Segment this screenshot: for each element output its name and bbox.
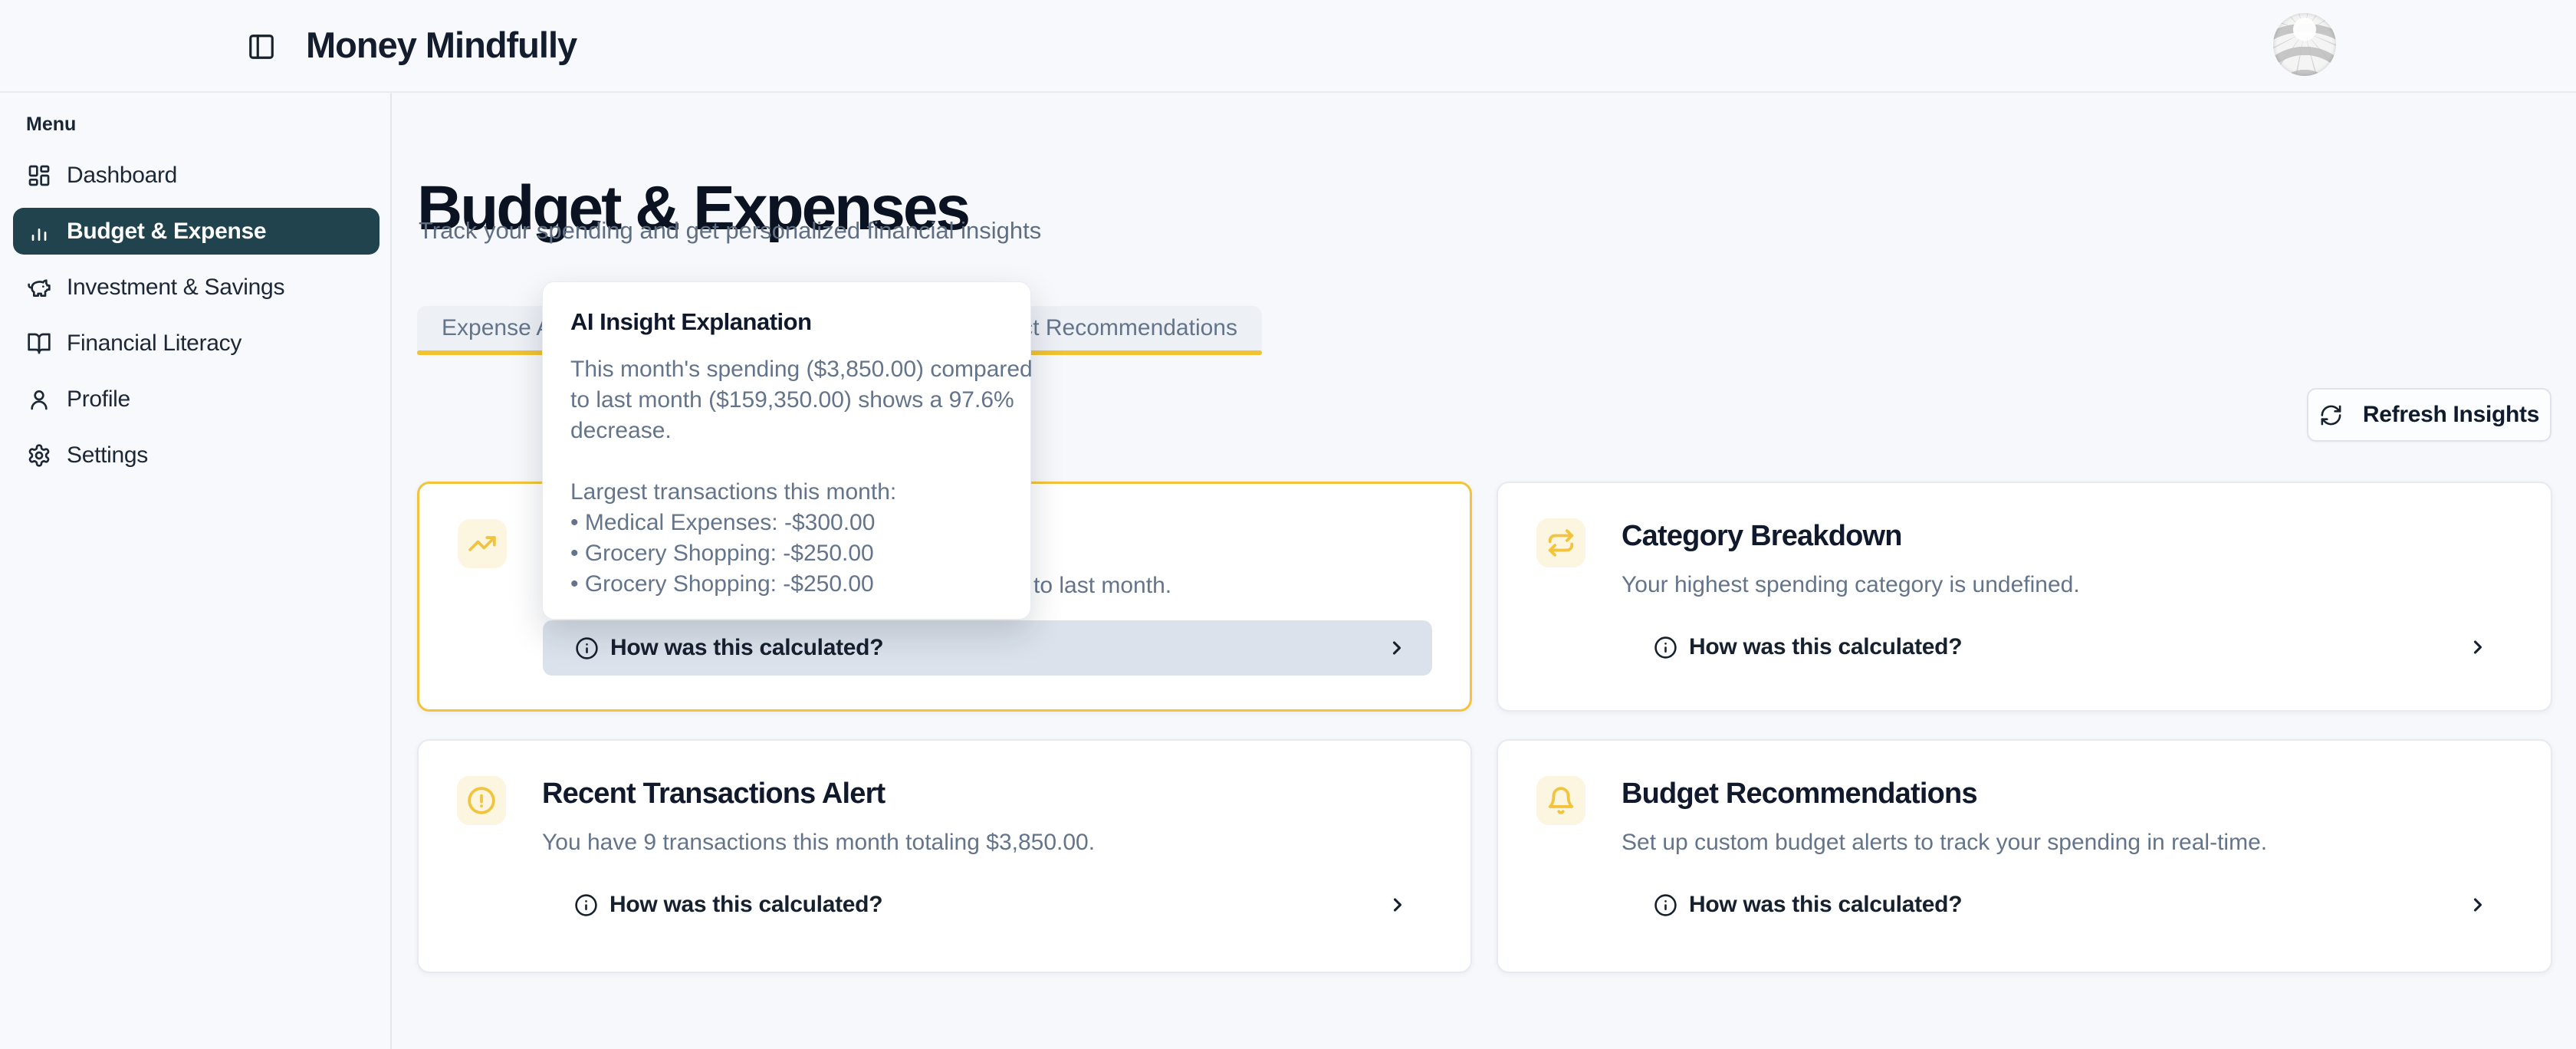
card-icon-chip — [457, 776, 506, 825]
refresh-insights-label: Refresh Insights — [2363, 402, 2539, 428]
popover-list-line: • Grocery Shopping: -$250.00 — [570, 569, 1003, 600]
sidebar: Menu Dashboard Budget & Expense Investme… — [0, 93, 392, 1049]
chevron-right-icon — [1387, 894, 1408, 916]
alert-circle-icon — [467, 786, 496, 815]
dashboard-icon — [27, 163, 51, 188]
sidebar-item-investment-savings[interactable]: Investment & Savings — [13, 264, 380, 311]
bell-icon — [1546, 786, 1576, 815]
sidebar-item-label: Dashboard — [67, 163, 177, 189]
how-calculated-row[interactable]: How was this calculated? — [1622, 877, 2513, 932]
top-header: Money Mindfully — [0, 0, 2576, 93]
card-description: You have 9 transactions this month total… — [542, 830, 1095, 856]
bar-chart-icon — [27, 219, 51, 244]
popover-text-line: This month's spending ($3,850.00) compar… — [570, 354, 1003, 385]
card-description: Set up custom budget alerts to track you… — [1622, 830, 2267, 856]
how-calculated-row[interactable]: How was this calculated? — [543, 620, 1432, 676]
sidebar-menu-label: Menu — [26, 113, 76, 136]
info-icon — [574, 893, 598, 917]
chevron-right-icon — [2467, 636, 2489, 658]
sidebar-toggle-icon[interactable] — [247, 32, 276, 61]
trending-up-icon — [468, 529, 497, 558]
how-calculated-label: How was this calculated? — [1689, 892, 1962, 918]
piggy-bank-icon — [27, 275, 51, 300]
card-category-breakdown: Category Breakdown Your highest spending… — [1497, 482, 2552, 712]
card-description-fragment: to last month. — [1033, 573, 1171, 599]
card-title: Budget Recommendations — [1622, 778, 1977, 811]
popover-title: AI Insight Explanation — [570, 308, 1003, 336]
popover-transactions-list: Largest transactions this month: • Medic… — [570, 477, 1003, 600]
info-icon — [1654, 893, 1677, 917]
chevron-right-icon — [1386, 637, 1408, 659]
app-root: Money Mindfully Menu Dashboard Budget & … — [0, 0, 2576, 1049]
book-open-icon — [27, 331, 51, 356]
refresh-insights-button[interactable]: Refresh Insights — [2307, 388, 2551, 442]
sidebar-item-label: Financial Literacy — [67, 330, 242, 357]
user-avatar[interactable] — [2273, 13, 2336, 76]
sidebar-item-dashboard[interactable]: Dashboard — [13, 152, 380, 199]
how-calculated-label: How was this calculated? — [1689, 634, 1962, 660]
ai-insight-popover: AI Insight Explanation This month's spen… — [542, 281, 1031, 620]
card-title: Recent Transactions Alert — [542, 778, 885, 811]
info-icon — [1654, 636, 1677, 659]
card-description: Your highest spending category is undefi… — [1622, 572, 2080, 598]
how-calculated-label: How was this calculated? — [610, 892, 882, 918]
popover-text-line: decrease. — [570, 416, 1003, 446]
card-recent-transactions: Recent Transactions Alert You have 9 tra… — [417, 739, 1472, 973]
card-icon-chip — [1536, 776, 1585, 825]
sidebar-item-label: Budget & Expense — [67, 219, 266, 245]
sidebar-item-profile[interactable]: Profile — [13, 376, 380, 423]
info-icon — [575, 636, 599, 660]
card-title: Category Breakdown — [1622, 520, 1902, 553]
how-calculated-row[interactable]: How was this calculated? — [1622, 620, 2513, 675]
refresh-icon — [2319, 403, 2343, 427]
repeat-icon — [1546, 528, 1576, 557]
popover-list-line: Largest transactions this month: — [570, 477, 1003, 508]
how-calculated-row[interactable]: How was this calculated? — [542, 877, 1433, 932]
user-icon — [27, 387, 51, 412]
sidebar-item-budget-expense[interactable]: Budget & Expense — [13, 208, 380, 255]
how-calculated-label: How was this calculated? — [610, 635, 883, 661]
popover-text-line: to last month ($159,350.00) shows a 97.6… — [570, 385, 1003, 416]
card-icon-chip — [1536, 518, 1585, 567]
popover-list-line: • Medical Expenses: -$300.00 — [570, 508, 1003, 538]
sidebar-item-financial-literacy[interactable]: Financial Literacy — [13, 320, 380, 367]
card-icon-chip — [458, 519, 507, 568]
sidebar-item-label: Profile — [67, 386, 130, 413]
chevron-right-icon — [2467, 894, 2489, 916]
sidebar-item-label: Investment & Savings — [67, 275, 284, 301]
popover-list-line: • Grocery Shopping: -$250.00 — [570, 538, 1003, 569]
sidebar-nav: Dashboard Budget & Expense Investment & … — [13, 152, 380, 478]
card-budget-recommendations: Budget Recommendations Set up custom bud… — [1497, 739, 2552, 973]
page-subtitle: Track your spending and get personalized… — [419, 217, 1041, 245]
sidebar-item-settings[interactable]: Settings — [13, 432, 380, 478]
gear-icon — [27, 443, 51, 468]
sidebar-item-label: Settings — [67, 442, 148, 469]
app-title: Money Mindfully — [306, 24, 577, 66]
